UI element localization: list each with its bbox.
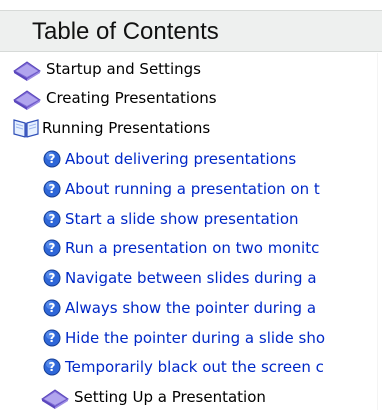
toc-topic-label: Navigate between slides during a [65,268,317,287]
open-book-icon [13,118,39,138]
closed-book-icon [41,388,69,409]
help-icon: ? [43,180,61,197]
toc-topic-about-running-a-presentation[interactable]: ? About running a presentation on t [43,174,382,203]
panel-divider [377,53,378,410]
toc-topic-label: About delivering presentations [65,149,297,168]
svg-text:?: ? [49,271,56,285]
toc-item-setting-up-a-presentation[interactable]: Setting Up a Presentation [40,382,382,410]
svg-text:?: ? [49,152,56,166]
svg-text:?: ? [49,241,56,255]
help-icon: ? [43,239,61,256]
help-icon: ? [43,329,61,346]
toc-topic-label: Temporarily black out the screen c [65,357,324,376]
toc-topic-navigate-between-slides[interactable]: ? Navigate between slides during a [43,263,382,292]
toc-header: Table of Contents [0,10,382,52]
svg-text:?: ? [49,182,56,196]
closed-book-icon [13,89,41,110]
toc-topic-label: About running a presentation on t [65,179,320,198]
toc-item-running-presentations[interactable]: Running Presentations [12,113,382,142]
toc-item-startup-and-settings[interactable]: Startup and Settings [12,54,382,83]
toc-topic-about-delivering-presentations[interactable]: ? About delivering presentations [43,144,382,173]
help-icon: ? [43,299,61,316]
toc-topic-label: Always show the pointer during a [65,298,317,317]
svg-text:?: ? [49,212,56,226]
help-icon: ? [43,210,61,227]
toc-topic-label: Hide the pointer during a slide sho [65,328,326,347]
toc-item-label: Setting Up a Presentation [74,387,266,406]
table-of-contents-panel: Table of Contents Startup and Settings C… [0,0,382,410]
toc-item-label: Running Presentations [42,118,211,137]
svg-text:?: ? [49,301,56,315]
svg-text:?: ? [49,360,56,374]
toc-topic-label: Run a presentation on two monitc [65,238,320,257]
toc-title: Table of Contents [32,18,219,45]
toc-item-label: Creating Presentations [46,88,217,107]
toc-tree: Startup and Settings Creating Presentati… [0,53,382,410]
help-icon: ? [43,358,61,375]
closed-book-icon [13,60,41,81]
toc-item-creating-presentations[interactable]: Creating Presentations [12,83,382,112]
toc-topic-label: Start a slide show presentation [65,209,299,228]
toc-topic-always-show-pointer[interactable]: ? Always show the pointer during a [43,293,382,322]
help-icon: ? [43,150,61,167]
toc-item-label: Startup and Settings [46,59,201,78]
toc-topic-start-slide-show[interactable]: ? Start a slide show presentation [43,204,382,233]
svg-text:?: ? [49,331,56,345]
toc-topic-run-presentation-two-monitors[interactable]: ? Run a presentation on two monitc [43,233,382,262]
toc-topic-black-out-screen[interactable]: ? Temporarily black out the screen c [43,352,382,381]
help-icon: ? [43,269,61,286]
toc-topic-hide-pointer[interactable]: ? Hide the pointer during a slide sho [43,323,382,352]
